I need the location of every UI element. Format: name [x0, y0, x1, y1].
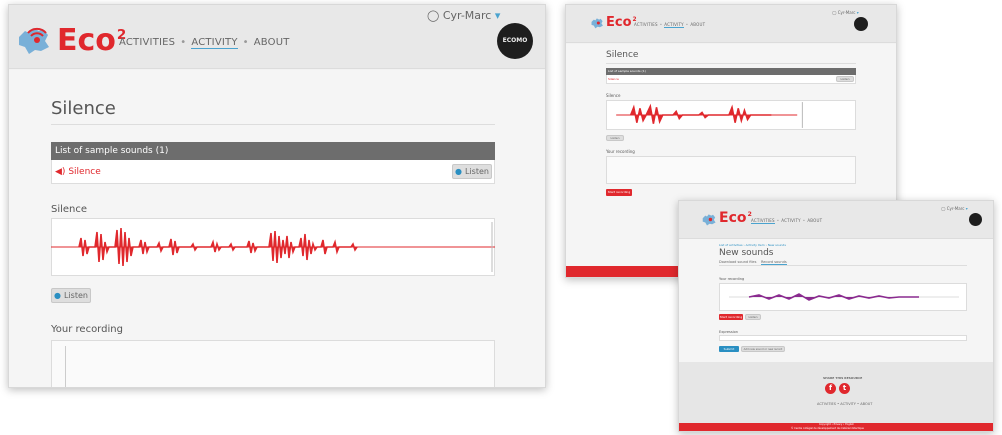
tab-download[interactable]: Download sound files [719, 260, 756, 264]
user-menu[interactable]: ◯ Cyr-Marc ▾ [832, 10, 859, 15]
logo-text[interactable]: Eco2 [57, 23, 126, 58]
page-title: New sounds [719, 248, 774, 258]
waveform-title: Silence [51, 204, 88, 215]
play-icon: ● [455, 167, 462, 176]
header: Eco2 ACTIVITIES • ACTIVITY • ABOUT ◯ Cyr-Mar… [566, 5, 896, 43]
tabs-rule [719, 265, 967, 266]
nav-separator: • [242, 37, 249, 48]
sample-list-body [606, 75, 856, 84]
listen-button-2[interactable]: Listen [606, 135, 624, 141]
logo-text[interactable]: Eco2 [719, 210, 752, 226]
nav-activity[interactable]: ACTIVITY [664, 22, 684, 28]
sample-sound-item[interactable]: Silence [608, 77, 619, 81]
user-menu[interactable]: ◯ Cyr-Marc ▾ [427, 9, 500, 22]
recording-waveform [729, 293, 959, 301]
ecomo-badge[interactable] [969, 213, 982, 226]
sample-list-header: List of sample sounds (1) [606, 68, 856, 75]
recording-box [606, 156, 856, 184]
nav-activity[interactable]: ACTIVITY [781, 218, 801, 223]
twitter-icon[interactable]: t [839, 383, 850, 394]
facebook-icon[interactable]: f [825, 383, 836, 394]
nav-separator: • [180, 37, 187, 48]
sample-sound-item[interactable]: ◀) Silence [55, 167, 101, 177]
nav-separator: • [802, 218, 806, 223]
main-nav: ACTIVITIES • ACTIVITY • ABOUT [119, 37, 290, 49]
play-icon: ● [54, 291, 61, 300]
nav-activities[interactable]: ACTIVITIES [119, 37, 175, 48]
share-title: SHARE THIS RESOURCE [823, 376, 863, 380]
nav-separator: • [776, 218, 780, 223]
chevron-down-icon: ▾ [856, 10, 859, 15]
logo-text[interactable]: Eco2 [606, 15, 637, 30]
ecomo-badge[interactable] [854, 17, 868, 31]
nav-separator: • [659, 22, 663, 27]
user-icon: ◯ [941, 206, 946, 211]
header: Eco2 ACTIVITIES • ACTIVITY • ABOUT ◯ Cyr-Mar… [9, 5, 545, 69]
page-title: Silence [51, 98, 116, 119]
breadcrumb[interactable]: List of activities › Activity item › New… [719, 243, 786, 247]
header: Eco2 ACTIVITIES • ACTIVITY • ABOUT ◯ Cyr-Mar… [679, 201, 993, 239]
start-recording-button[interactable]: Start recording [719, 314, 743, 320]
footer-bar: Copyright • Privacy • English © Centre c… [679, 423, 993, 431]
chevron-down-icon: ▾ [494, 9, 501, 22]
screenshot-main: Eco2 ACTIVITIES • ACTIVITY • ABOUT ◯ Cyr-Mar… [8, 4, 546, 388]
footer-nav[interactable]: ACTIVITIES • ACTIVITY • ABOUT [817, 402, 872, 406]
expression-input[interactable] [719, 335, 967, 341]
listen-button-2[interactable]: ● Listen [51, 288, 91, 303]
user-icon: ◯ [427, 9, 440, 22]
start-recording-button[interactable]: Start recording [606, 189, 632, 196]
waveform-title: Silence [606, 93, 621, 98]
recording-box [51, 340, 495, 387]
ecomo-badge[interactable]: ECOMO [497, 23, 533, 59]
main-nav: ACTIVITIES • ACTIVITY • ABOUT [751, 218, 822, 224]
nav-activities[interactable]: ACTIVITIES [751, 218, 775, 224]
nav-separator: • [685, 22, 689, 27]
footer: SHARE THIS RESOURCE f t ACTIVITIES • ACT… [679, 362, 993, 423]
page-title: Silence [606, 50, 639, 60]
nav-about[interactable]: ABOUT [807, 218, 822, 223]
speaker-icon: ◀) [55, 167, 66, 177]
logo-map-icon[interactable] [590, 16, 606, 30]
user-icon: ◯ [832, 10, 837, 15]
recording-title: Your recording [606, 149, 635, 154]
screenshot-third: Eco2 ACTIVITIES • ACTIVITY • ABOUT ◯ Cyr-Mar… [678, 200, 994, 432]
listen-button[interactable]: Listen [745, 314, 761, 320]
nav-about[interactable]: ABOUT [254, 37, 290, 48]
nav-about[interactable]: ABOUT [690, 22, 705, 27]
logo-map-icon[interactable] [15, 23, 57, 57]
listen-button[interactable]: Listen [836, 76, 854, 82]
waveform-graphic [51, 222, 495, 272]
footer-links[interactable]: Copyright • Privacy • English [819, 423, 854, 426]
nav-activities[interactable]: ACTIVITIES [634, 22, 658, 27]
footer-copyright: © Centre collégial de développement de m… [791, 427, 864, 430]
title-rule [51, 124, 495, 125]
content: Silence List of sample sounds (1) ◀) Sil… [9, 70, 545, 387]
sample-list-header: List of sample sounds (1) [51, 142, 495, 160]
sample-list-body [51, 160, 495, 184]
recording-marker [65, 346, 66, 387]
recording-title: Your recording [51, 324, 123, 335]
main-nav: ACTIVITIES • ACTIVITY • ABOUT [634, 22, 705, 28]
recording-title: Your recording [719, 277, 745, 281]
logo-map-icon[interactable] [701, 212, 719, 227]
content: List of activities › Activity item › New… [679, 240, 993, 362]
user-menu[interactable]: ◯ Cyr-Marc ▾ [941, 206, 968, 211]
user-name: Cyr-Marc [442, 9, 492, 22]
chevron-down-icon: ▾ [965, 206, 968, 211]
title-rule [606, 63, 856, 64]
waveform-graphic [616, 102, 803, 128]
nav-activity[interactable]: ACTIVITY [191, 37, 238, 49]
listen-button[interactable]: ● Listen [452, 164, 492, 179]
submit-button[interactable]: Submit [719, 346, 739, 352]
expression-label: Expression [719, 330, 738, 334]
add-new-sound-button[interactable]: Add new sound or new record [741, 346, 785, 352]
sample-sound-name: Silence [68, 167, 101, 177]
